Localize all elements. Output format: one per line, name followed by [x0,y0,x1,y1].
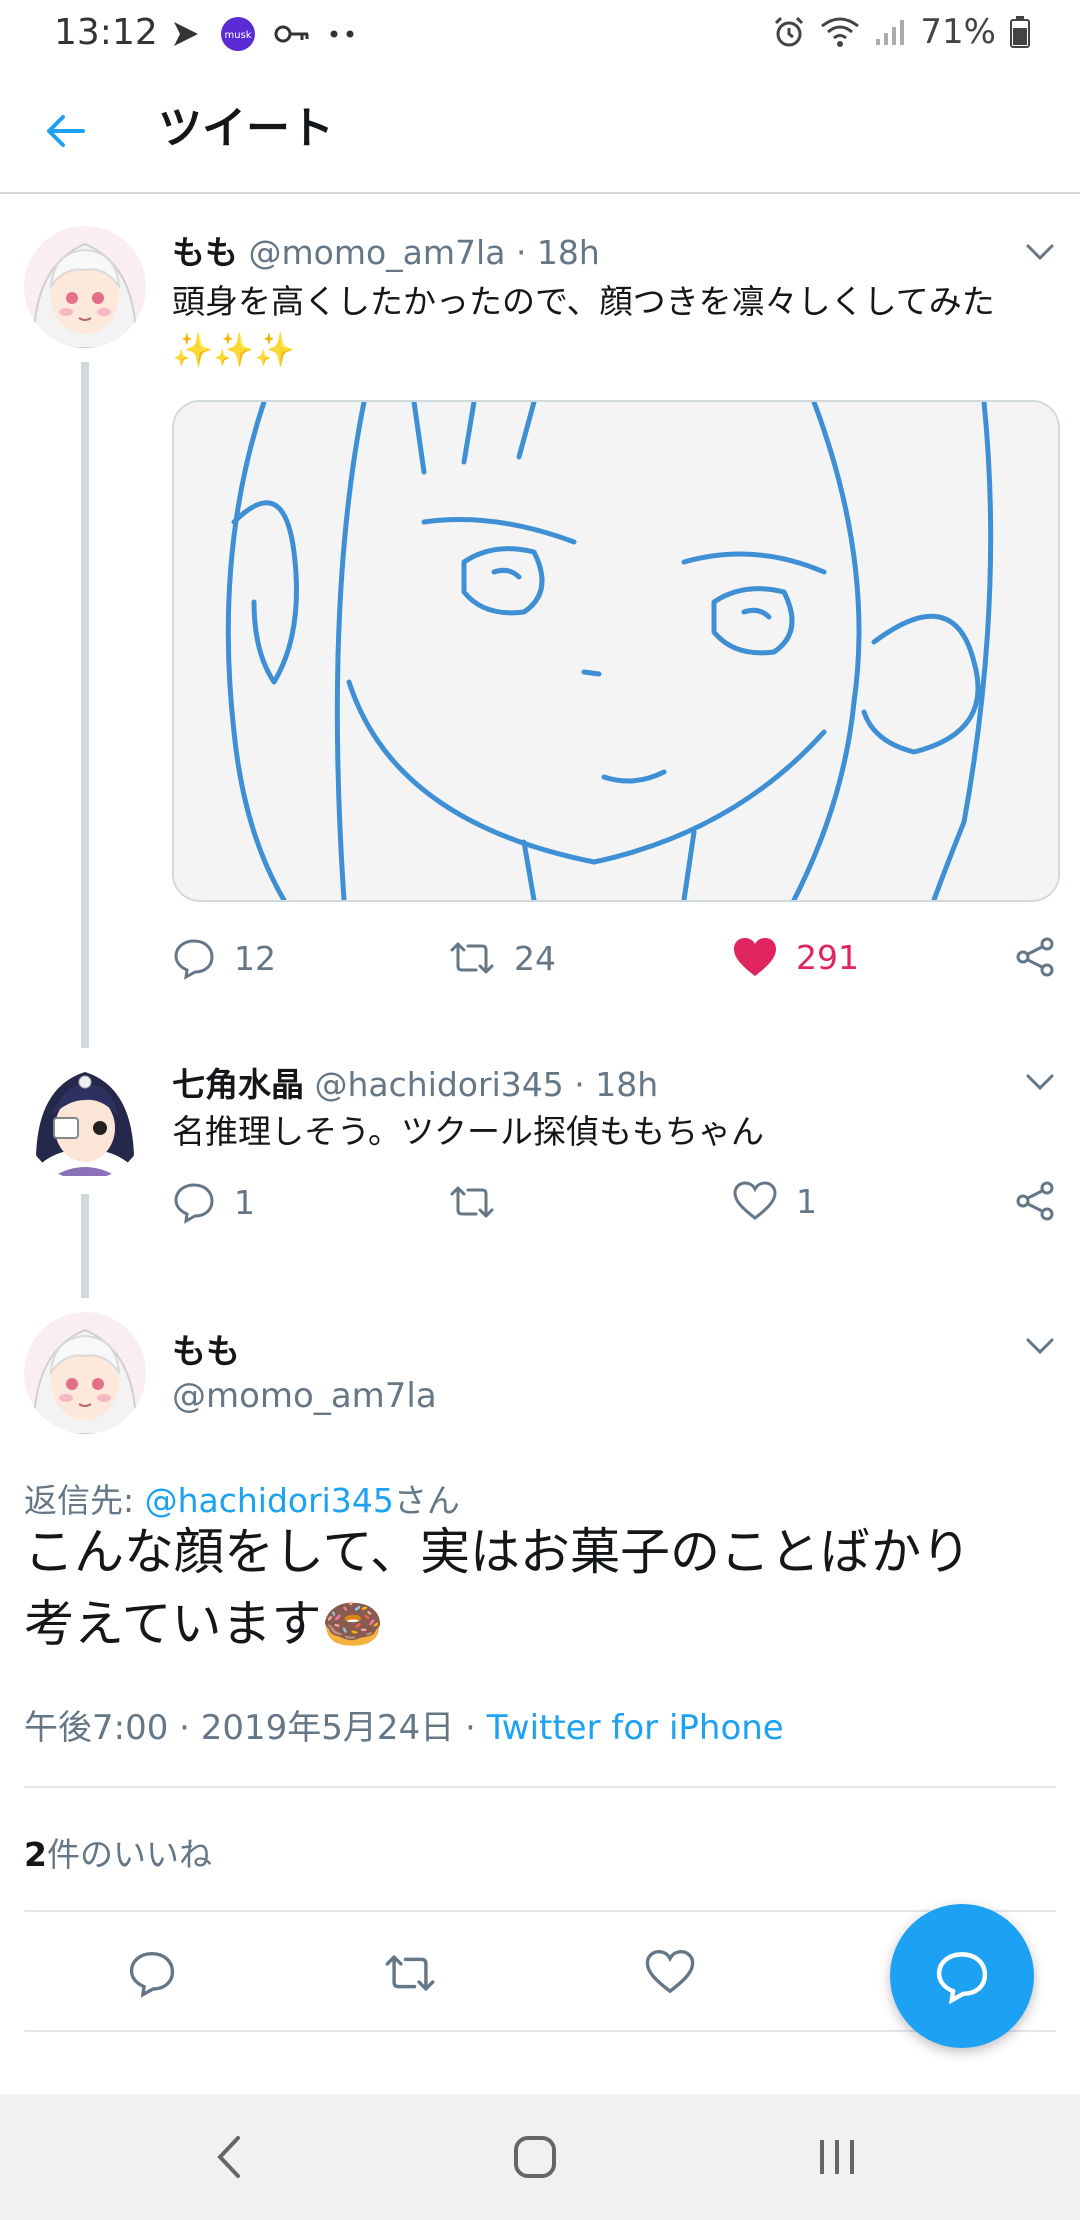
share-icon [1016,1181,1054,1221]
avatar[interactable] [24,226,146,348]
timestamp: · 18h [515,233,600,272]
system-nav-bar [0,2094,1080,2220]
tweet-header: 七角水晶 @hachidori345 · 18h [172,1058,658,1106]
notification-icons: musk [170,14,358,54]
sketch-drawing [174,402,1058,900]
heart-outline-icon [733,1181,777,1220]
reply-count: 1 [234,1182,255,1222]
like-button[interactable]: 1 [732,1180,817,1222]
alarm-icon [775,16,804,47]
sparkles-emoji: ✨✨✨ [172,330,296,369]
nav-back-icon[interactable] [210,2134,250,2180]
reply-context: 返信先: @hachidori345さん [24,1474,460,1522]
page-title: ツイート [158,103,334,154]
retweet-count: 24 [514,938,556,978]
key-icon [274,25,309,43]
svg-text:musk: musk [224,30,251,41]
retweet-button[interactable] [382,1948,438,2002]
more-dots-icon [330,30,354,38]
thread-line [81,362,89,1048]
tweet-source-link[interactable]: Twitter for iPhone [487,1708,784,1748]
send-icon [174,22,198,46]
retweet-icon [450,942,494,974]
reply-to-link[interactable]: @hachidori345 [145,1481,394,1520]
share-button[interactable] [1014,936,1056,978]
tweet-meta: 午後7:00 · 2019年5月24日 · Twitter for iPhone [24,1700,784,1749]
tweet-image[interactable] [172,400,1060,902]
battery-percent: 71% [920,12,996,52]
avatar[interactable] [24,1058,146,1180]
handle[interactable]: @hachidori345 [315,1065,564,1104]
tweet-text-line: こんな顔をして、実はお菓子のことばかり [24,1523,971,1581]
app-bar: ツイート [0,70,1080,194]
tweet-datetime: 午後7:00 · 2019年5月24日 · [24,1708,487,1748]
reply-icon [174,939,214,980]
retweet-icon [385,1955,435,1991]
back-button[interactable] [30,96,100,166]
divider [24,1786,1056,1788]
chevron-down-icon[interactable] [1022,1328,1058,1364]
tweet-text: 頭身を高くしたかったので、顔つきを凛々しくしてみた ✨✨✨ [172,278,1052,374]
likes-count: 2 [24,1835,47,1874]
reply-suffix: さん [393,1481,460,1520]
reply-icon [174,1183,214,1224]
status-bar: 13:12 musk 71% [0,0,1080,66]
share-button[interactable] [1014,1180,1056,1222]
reply-count: 12 [234,938,276,978]
chevron-down-icon[interactable] [1022,234,1058,270]
avatar[interactable] [24,1312,146,1434]
app-icon: musk [221,17,255,51]
display-name[interactable]: 七角水晶 [172,1065,304,1104]
like-button[interactable]: 291 [732,936,859,978]
handle[interactable]: @momo_am7la [249,233,506,272]
back-arrow-icon [47,115,85,147]
display-name-text: もも [172,1332,240,1372]
divider [24,2030,1056,2032]
reply-compose-icon [936,1952,988,2004]
retweet-button[interactable] [448,1180,514,1224]
chevron-down-icon[interactable] [1022,1064,1058,1100]
heart-filled-icon [734,938,776,976]
signal-icon [876,20,905,45]
thread-line [81,1194,89,1298]
like-count: 291 [796,937,859,977]
nav-recents-icon[interactable] [814,2134,860,2180]
reply-button[interactable]: 12 [172,936,276,980]
reply-label: 返信先: [24,1481,145,1520]
handle[interactable]: @momo_am7la [172,1376,437,1416]
reply-button[interactable] [126,1948,178,2002]
status-time: 13:12 [54,12,158,53]
avatar-image [24,1058,146,1180]
tweet-text-line: 頭身を高くしたかったので、顔つきを凛々しくしてみた [172,282,995,321]
tweet-actions: 12 24 291 [172,936,1056,992]
tweet-text: こんな顔をして、実はお菓子のことばかり 考えています🍩 [24,1516,1054,1660]
nav-home-icon[interactable] [512,2134,558,2180]
heart-outline-icon [645,1949,695,1994]
like-count: 1 [796,1181,817,1221]
reply-icon [129,1951,175,1998]
avatar-image [24,1312,146,1434]
compose-reply-button[interactable] [890,1904,1034,2048]
likes-summary[interactable]: 2件のいいね [24,1828,212,1876]
display-name[interactable]: もも [172,233,238,272]
likes-label: 件のいいね [46,1835,212,1874]
tweet-text-line: 考えています🍩 [24,1595,384,1653]
display-name[interactable]: もも [172,1324,240,1373]
status-right: 71% [772,12,1030,52]
divider [24,1910,1056,1912]
retweet-icon [450,1186,494,1218]
tweet-header: もも @momo_am7la · 18h [172,226,600,274]
reply-button[interactable]: 1 [172,1180,255,1224]
like-button[interactable] [644,1948,696,2000]
share-icon [1016,937,1054,977]
tweet-actions: 1 1 [172,1180,1056,1236]
wifi-icon [821,17,860,47]
battery-icon [1010,16,1030,48]
retweet-button[interactable]: 24 [448,936,556,980]
timestamp: · 18h [574,1065,659,1104]
avatar-image [24,226,146,348]
tweet-text: 名推理しそう。ツクール探偵ももちゃん [172,1112,765,1151]
